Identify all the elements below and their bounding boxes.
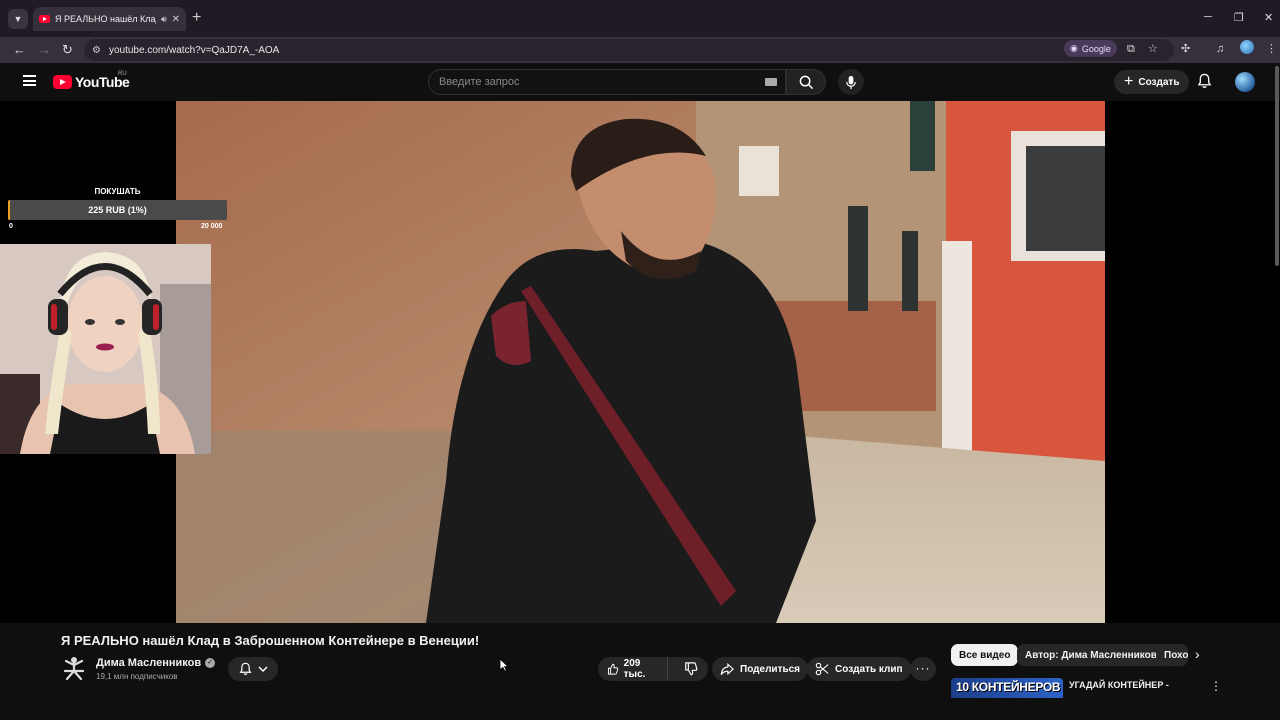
create-button[interactable]: + Создать	[1114, 70, 1190, 94]
page-scrollbar[interactable]	[1275, 66, 1279, 266]
chevron-down-icon	[257, 666, 268, 673]
media-control-icon[interactable]: ♫	[1216, 42, 1224, 56]
youtube-logo[interactable]: YouTube RU	[53, 71, 130, 90]
search-input[interactable]: Введите запрос	[428, 69, 786, 95]
like-button[interactable]: 209 тыс.	[598, 657, 668, 681]
google-lens-pill[interactable]: ◉ Google	[1064, 40, 1117, 57]
extensions-icon[interactable]: ✣	[1181, 42, 1190, 56]
notifications-button[interactable]	[1197, 73, 1212, 94]
video-frame-image	[176, 101, 1105, 623]
create-clip-button[interactable]: Создать клип	[807, 657, 911, 681]
tab-title: Я РЕАЛЬНО нашёл Клад в Заброшенном Конте…	[55, 14, 156, 24]
chip-related[interactable]: Похожие	[1156, 644, 1188, 666]
bell-icon	[239, 662, 251, 676]
reload-icon[interactable]: ↻	[62, 41, 73, 59]
video-title: Я РЕАЛЬНО нашёл Клад в Заброшенном Конте…	[61, 633, 480, 648]
forward-icon[interactable]: →	[38, 41, 51, 59]
thumbs-up-icon	[607, 663, 619, 675]
more-horizontal-icon: ···	[915, 661, 931, 675]
site-info-icon[interactable]: ⚙	[92, 45, 101, 56]
share-button[interactable]: Поделиться	[712, 657, 809, 681]
url-text: youtube.com/watch?v=QaJD7A_-AOA	[108, 44, 280, 56]
chip-channel-author[interactable]: Автор: Дима Масленников	[1017, 644, 1165, 666]
plus-icon: +	[1124, 73, 1134, 90]
more-actions-button[interactable]: ···	[910, 657, 936, 681]
like-count: 209 тыс.	[623, 658, 646, 680]
channel-name-row[interactable]: Дима Масленников ✓	[96, 657, 216, 669]
share-icon	[720, 662, 734, 675]
keyboard-icon[interactable]	[765, 78, 777, 86]
chip-all-videos[interactable]: Все видео	[951, 644, 1019, 666]
donation-goal-bar: 225 RUB (1%)	[8, 200, 227, 220]
tab-audio-icon[interactable]: 🔊︎	[161, 14, 167, 25]
bookmark-star-icon[interactable]: ☆	[1148, 42, 1158, 56]
recommendation-title[interactable]: УГАДАЙ КОНТЕЙНЕР -	[1069, 680, 1169, 690]
address-bar[interactable]: ⚙ youtube.com/watch?v=QaJD7A_-AOA	[84, 39, 1174, 61]
tab-close-icon[interactable]: ✕	[172, 14, 180, 25]
browser-toolbar: ← → ↻ ⚙ youtube.com/watch?v=QaJD7A_-AOA …	[0, 37, 1280, 63]
recommendation-menu-icon[interactable]: ⋮	[1210, 679, 1222, 693]
browser-tab-strip: ▼ Я РЕАЛЬНО нашёл Клад в Заброшенном Кон…	[0, 0, 1280, 37]
install-app-icon[interactable]: ⧉	[1127, 42, 1135, 56]
channel-name: Дима Масленников	[96, 657, 202, 669]
menu-icon[interactable]	[23, 75, 36, 86]
bell-icon	[1197, 73, 1212, 88]
recommendation-thumbnail-text: 10 КОНТЕЙНЕРОВ	[956, 680, 1061, 694]
donation-goal-min: 0	[9, 223, 13, 230]
browser-menu-icon[interactable]: ⋮	[1266, 42, 1277, 56]
search-icon	[799, 75, 813, 89]
video-player[interactable]	[176, 101, 1105, 623]
mouse-cursor-icon	[499, 658, 509, 672]
minimize-icon[interactable]: ─	[1204, 11, 1212, 23]
back-icon[interactable]: ←	[13, 41, 26, 59]
region-code: RU	[118, 71, 127, 77]
restore-icon[interactable]: ❐	[1234, 11, 1244, 24]
subscription-notifications-button[interactable]	[228, 657, 278, 681]
chevron-right-icon[interactable]: ›	[1195, 646, 1200, 662]
window-close-icon[interactable]: ✕	[1264, 11, 1273, 24]
create-label: Создать	[1138, 76, 1180, 88]
tab-search-icon[interactable]: ▼	[8, 9, 28, 29]
youtube-play-icon	[53, 75, 72, 89]
verified-check-icon: ✓	[205, 658, 216, 668]
channel-avatar[interactable]	[61, 655, 87, 681]
webcam-image	[0, 244, 211, 454]
thumbs-down-icon	[685, 662, 698, 676]
account-avatar[interactable]	[1235, 72, 1255, 92]
dislike-button[interactable]	[674, 657, 708, 681]
lens-icon: ◉	[1070, 43, 1078, 53]
channel-logo-icon	[63, 657, 85, 681]
search-button[interactable]	[786, 69, 826, 95]
share-label: Поделиться	[740, 663, 801, 675]
donation-goal-max: 20 000	[201, 223, 223, 230]
recommendation-thumbnail[interactable]: 10 КОНТЕЙНЕРОВ	[951, 678, 1063, 698]
like-dislike-group: 209 тыс.	[598, 657, 708, 681]
subscriber-count: 19,1 млн подписчиков	[96, 672, 178, 681]
youtube-favicon-icon	[39, 15, 50, 23]
donation-goal-text: 225 RUB (1%)	[88, 205, 147, 215]
google-pill-label: Google	[1081, 43, 1111, 54]
scissors-icon	[815, 662, 829, 676]
browser-profile-avatar[interactable]	[1240, 40, 1254, 54]
new-tab-button[interactable]: +	[192, 9, 201, 27]
voice-search-button[interactable]	[838, 69, 864, 95]
streamer-webcam	[0, 244, 211, 454]
donation-goal-title: ПОКУШАТЬ	[94, 187, 141, 196]
search-placeholder: Введите запрос	[439, 76, 520, 88]
browser-tab[interactable]: Я РЕАЛЬНО нашёл Клад в Заброшенном Конте…	[33, 7, 186, 31]
microphone-icon	[846, 75, 856, 89]
create-clip-label: Создать клип	[835, 663, 903, 675]
youtube-header: YouTube RU Введите запрос + Создать	[0, 63, 1280, 101]
player-letterbox-right	[1105, 101, 1280, 623]
